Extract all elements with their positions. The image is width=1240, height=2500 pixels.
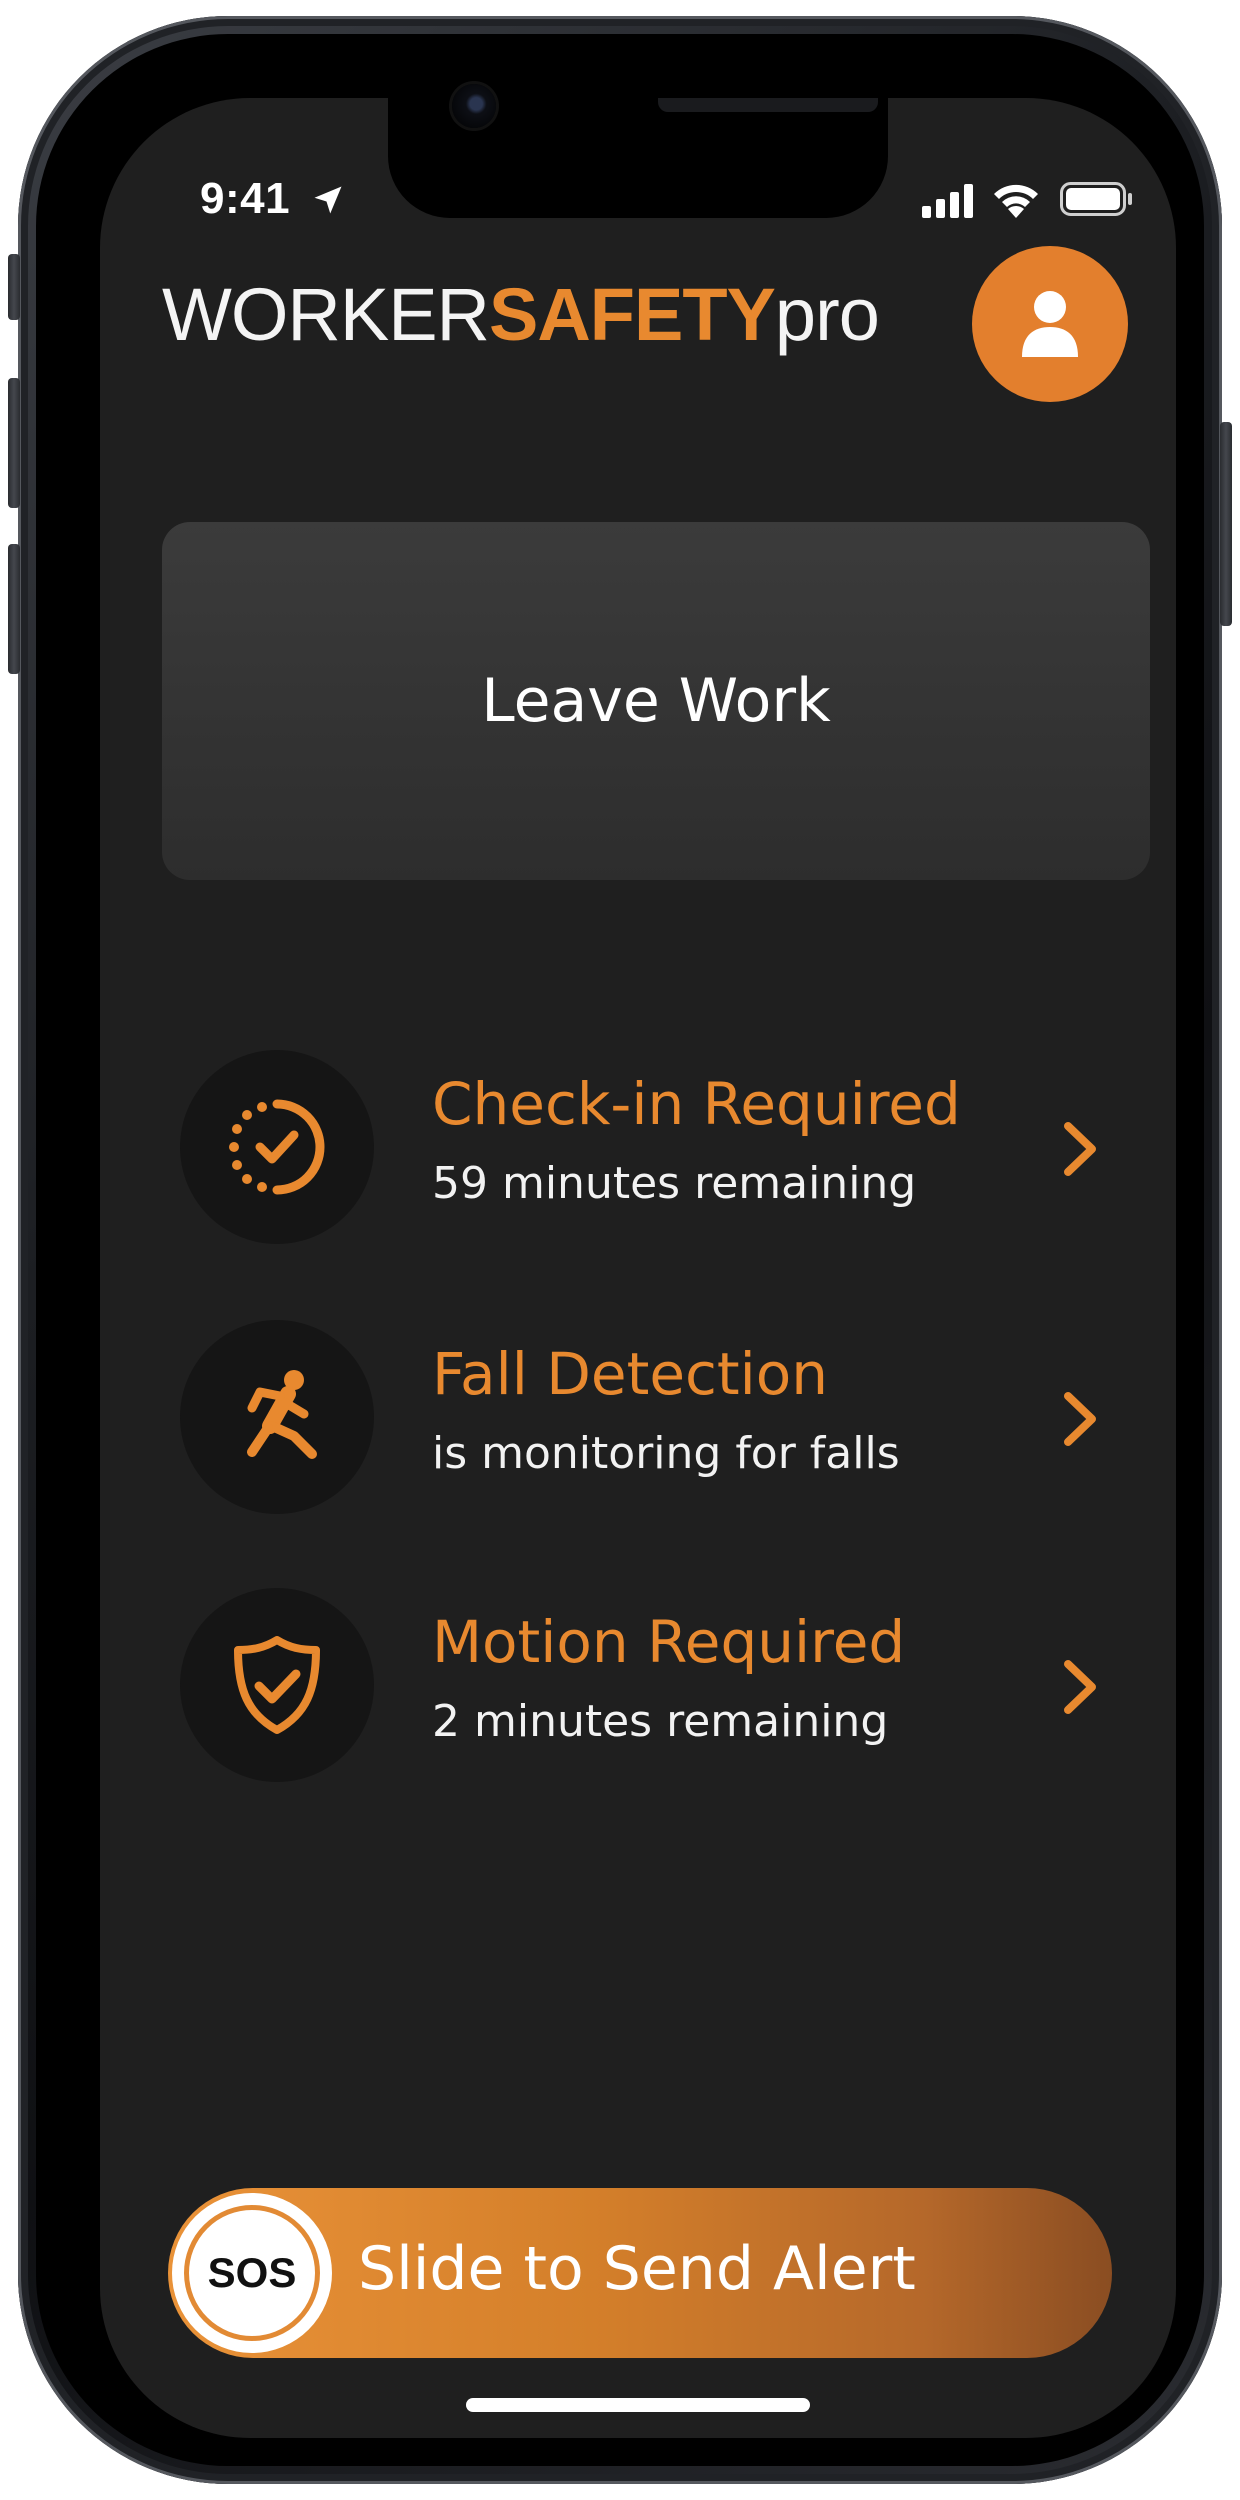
app-logo: WORKERSAFETYpro — [162, 278, 880, 352]
timer-check-icon — [229, 1099, 325, 1195]
screen: 9:41 WORKERSAFETYpro Leave Work Check-in… — [100, 98, 1176, 2438]
sos-label: SOS — [184, 2205, 320, 2341]
chevron-right-icon — [1064, 1122, 1096, 1176]
silent-switch — [8, 254, 20, 320]
logo-safety: SAFETY — [489, 273, 776, 356]
status-item-motion-required[interactable]: Motion Required 2 minutes remaining — [180, 1588, 1160, 1788]
sos-slider-knob[interactable]: SOS — [172, 2193, 332, 2353]
wifi-icon — [994, 184, 1038, 218]
item-icon-circle — [180, 1588, 374, 1782]
leave-work-button[interactable]: Leave Work — [162, 522, 1150, 880]
logo-pro: pro — [774, 273, 880, 356]
chevron-right-icon — [1064, 1392, 1096, 1446]
item-subtitle: 59 minutes remaining — [432, 1158, 917, 1209]
status-item-fall-detection[interactable]: Fall Detection is monitoring for falls — [180, 1320, 1160, 1520]
user-icon — [1022, 291, 1078, 357]
profile-button[interactable] — [972, 246, 1128, 402]
chevron-right-icon — [1064, 1660, 1096, 1714]
item-icon-circle — [180, 1050, 374, 1244]
front-camera — [452, 84, 496, 128]
phone-frame: 9:41 WORKERSAFETYpro Leave Work Check-in… — [8, 16, 1232, 2484]
item-title: Motion Required — [432, 1608, 906, 1676]
home-indicator[interactable] — [466, 2398, 810, 2412]
item-icon-circle — [180, 1320, 374, 1514]
battery-icon — [1060, 182, 1132, 216]
item-subtitle: is monitoring for falls — [432, 1428, 900, 1479]
sos-slider[interactable]: SOS Slide to Send Alert — [168, 2188, 1112, 2358]
status-item-check-in[interactable]: Check-in Required 59 minutes remaining — [180, 1050, 1160, 1250]
bezel: 9:41 WORKERSAFETYpro Leave Work Check-in… — [36, 34, 1204, 2466]
power-button — [1220, 422, 1232, 626]
logo-worker: WORKER — [162, 273, 490, 356]
status-time: 9:41 — [200, 174, 291, 223]
item-subtitle: 2 minutes remaining — [432, 1696, 889, 1747]
item-title: Fall Detection — [432, 1340, 829, 1408]
shield-check-icon — [234, 1636, 320, 1734]
volume-up-button — [8, 378, 20, 508]
item-title: Check-in Required — [432, 1070, 961, 1138]
volume-down-button — [8, 544, 20, 674]
location-arrow-icon — [314, 186, 342, 214]
speaker-grille — [658, 98, 878, 112]
cellular-signal-icon — [922, 184, 973, 218]
falling-person-icon — [247, 1370, 317, 1459]
slide-to-send-alert-label: Slide to Send Alert — [358, 2234, 916, 2304]
